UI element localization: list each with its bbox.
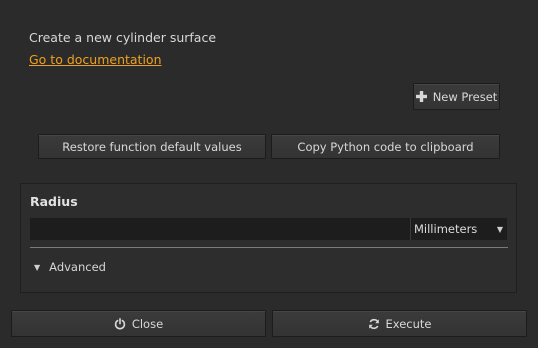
chevron-down-icon: ▼	[496, 224, 503, 234]
execute-label: Execute	[385, 316, 432, 331]
advanced-toggle[interactable]: ▼ Advanced	[34, 260, 106, 274]
unit-select[interactable]: Millimeters ▼	[410, 218, 507, 240]
divider	[30, 247, 508, 248]
close-label: Close	[131, 316, 164, 331]
copy-python-label: Copy Python code to clipboard	[297, 139, 474, 154]
execute-button[interactable]: Execute	[272, 310, 527, 337]
triangle-down-icon: ▼	[34, 262, 41, 272]
close-button[interactable]: Close	[11, 310, 266, 337]
plus-icon	[415, 91, 427, 102]
refresh-icon	[368, 318, 380, 330]
radius-label: Radius	[30, 194, 78, 209]
page-description: Create a new cylinder surface	[29, 30, 217, 45]
radius-input[interactable]	[30, 218, 410, 240]
copy-python-button[interactable]: Copy Python code to clipboard	[271, 134, 500, 159]
advanced-label: Advanced	[49, 260, 106, 274]
new-preset-button[interactable]: New Preset	[413, 83, 500, 110]
documentation-link[interactable]: Go to documentation	[29, 52, 162, 67]
new-preset-label: New Preset	[432, 89, 498, 104]
unit-select-value: Millimeters	[414, 222, 478, 236]
power-icon	[114, 317, 126, 330]
restore-defaults-label: Restore function default values	[62, 139, 242, 154]
restore-defaults-button[interactable]: Restore function default values	[38, 134, 266, 159]
